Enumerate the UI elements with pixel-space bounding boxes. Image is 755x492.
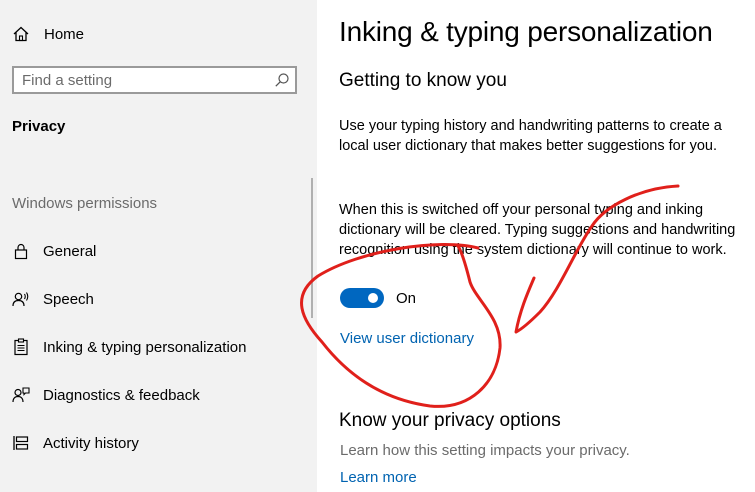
- sidebar-item-activity-history[interactable]: Activity history: [12, 431, 302, 455]
- section-title: Privacy: [12, 118, 66, 135]
- switch-info-text: When this is switched off your personal …: [339, 202, 736, 258]
- page-title: Inking & typing personalization: [339, 16, 713, 47]
- speech-icon: [12, 292, 29, 307]
- sidebar-item-inking-typing[interactable]: Inking & typing personalization: [12, 335, 302, 359]
- search-box[interactable]: [12, 66, 297, 94]
- sidebar-item-label: Speech: [43, 290, 94, 308]
- home-nav-item[interactable]: Home: [12, 23, 84, 45]
- clipboard-icon: [14, 338, 28, 356]
- sidebar-item-diagnostics[interactable]: Diagnostics & feedback: [12, 383, 302, 407]
- toggle-knob: [368, 293, 378, 303]
- lock-icon: [14, 243, 28, 260]
- privacy-heading: Know your privacy options: [339, 410, 561, 431]
- annotation-circle: [300, 243, 502, 408]
- personalization-toggle-row: On: [340, 287, 416, 309]
- view-user-dictionary-link[interactable]: View user dictionary: [340, 330, 474, 347]
- sidebar-item-label: Inking & typing personalization: [43, 338, 247, 356]
- description-text: Use your typing history and handwriting …: [339, 118, 722, 154]
- learn-more-link[interactable]: Learn more: [340, 469, 417, 486]
- toggle-state-label: On: [396, 289, 417, 307]
- personalization-toggle[interactable]: [340, 288, 384, 308]
- sidebar-item-speech[interactable]: Speech: [12, 287, 302, 311]
- sidebar: Home Privacy Windows permissions General…: [0, 0, 317, 492]
- sidebar-item-label: General: [43, 242, 97, 260]
- search-input[interactable]: [22, 70, 272, 90]
- sidebar-scrollbar[interactable]: [311, 178, 313, 318]
- feedback-icon: [12, 387, 30, 403]
- privacy-description: Learn how this setting impacts your priv…: [340, 442, 630, 459]
- sidebar-item-label: Activity history: [43, 434, 139, 452]
- section-heading: Getting to know you: [339, 70, 507, 91]
- timeline-icon: [13, 436, 29, 450]
- sidebar-item-label: Diagnostics & feedback: [43, 386, 200, 404]
- home-icon: [13, 26, 29, 42]
- sidebar-item-general[interactable]: General: [12, 239, 302, 263]
- group-label: Windows permissions: [12, 195, 158, 212]
- search-icon[interactable]: [274, 72, 290, 88]
- home-label: Home: [44, 25, 85, 43]
